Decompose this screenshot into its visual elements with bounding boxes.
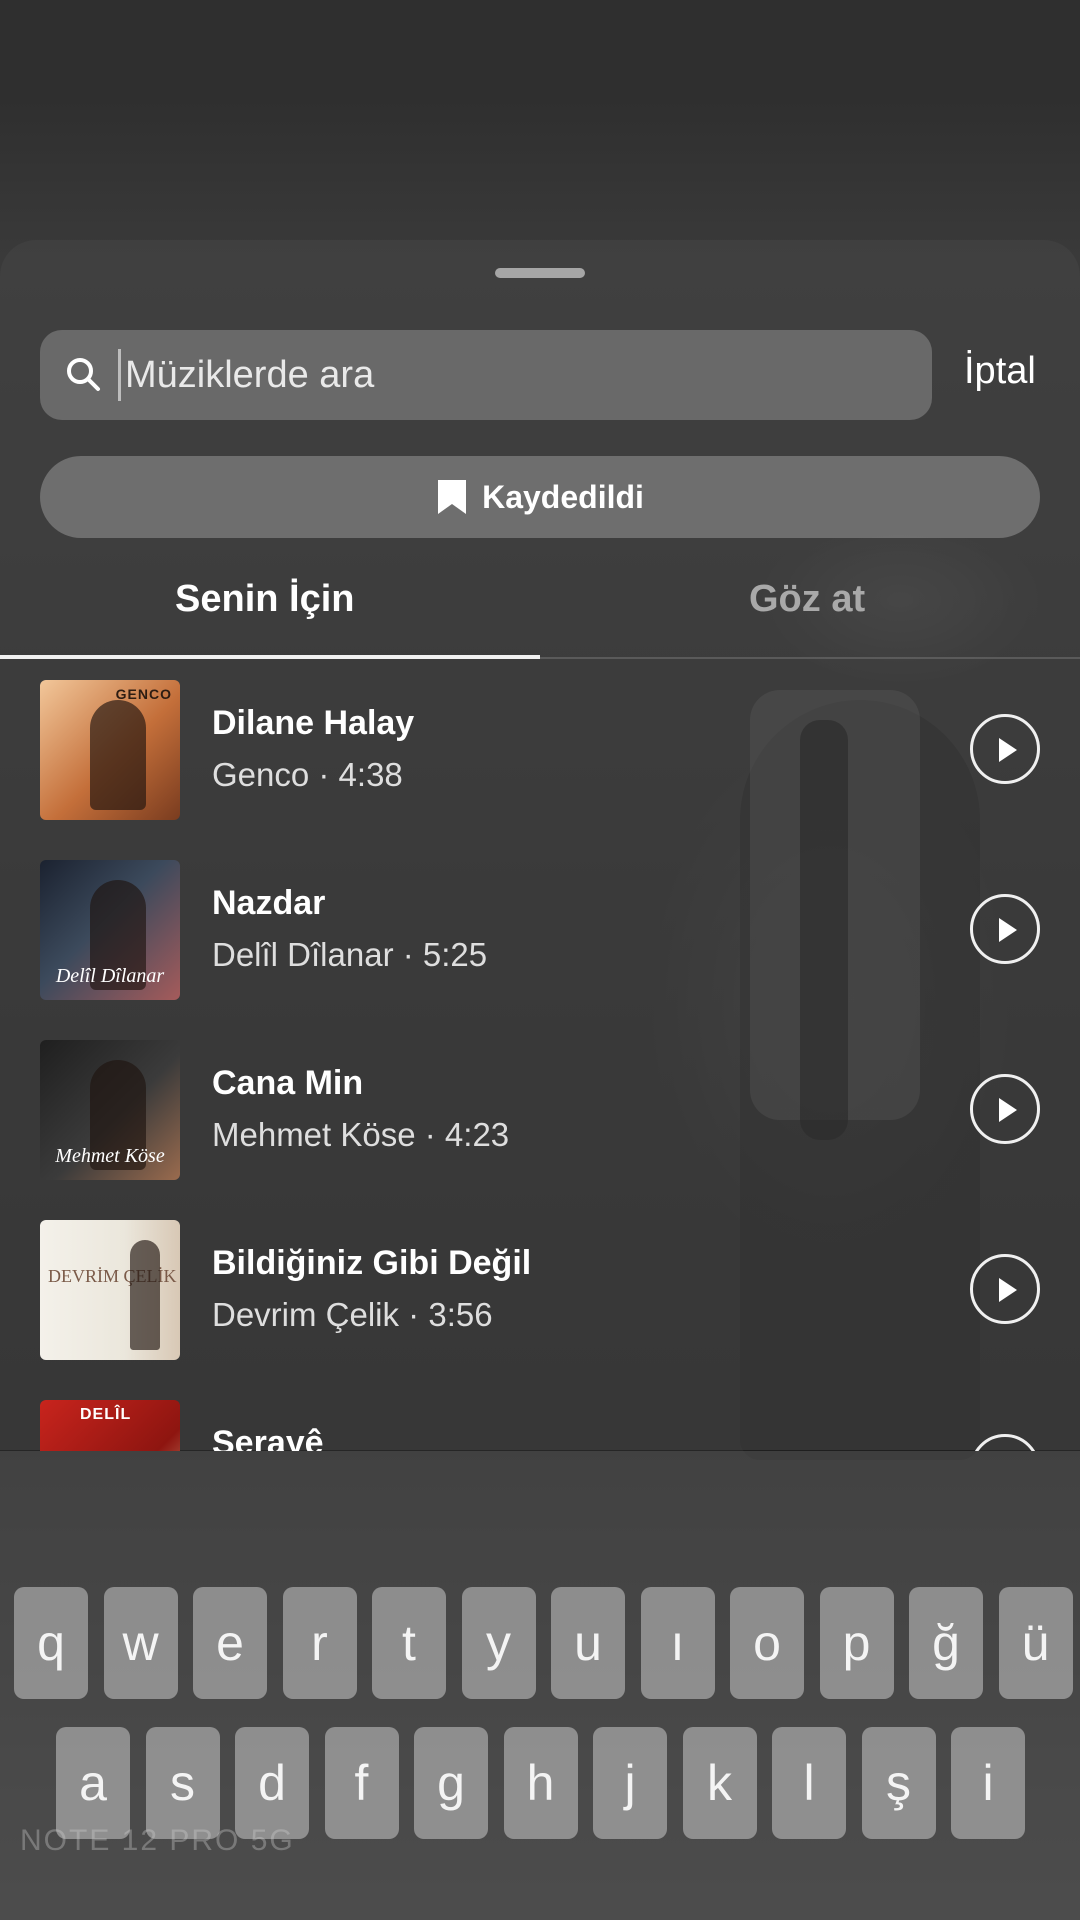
play-button[interactable] bbox=[970, 894, 1040, 964]
device-watermark: NOTE 12 PRO 5G bbox=[20, 1824, 295, 1857]
cover-label: GENCO bbox=[115, 686, 172, 702]
track-row[interactable]: Mehmet Köse Cana Min Mehmet Köse · 4:23 bbox=[0, 1040, 1080, 1190]
text-cursor bbox=[118, 349, 121, 401]
track-row[interactable]: GENCO Dilane Halay Genco · 4:38 bbox=[0, 680, 1080, 830]
track-meta: Devrim Çelik · 3:56 bbox=[212, 1296, 493, 1333]
play-icon bbox=[999, 1278, 1017, 1302]
cover-label: Mehmet Köse bbox=[55, 1145, 165, 1167]
key-r[interactable]: r bbox=[282, 1587, 357, 1699]
tab-divider bbox=[540, 657, 1080, 659]
play-button[interactable] bbox=[970, 1074, 1040, 1144]
key-ğ[interactable]: ğ bbox=[909, 1587, 983, 1699]
play-icon bbox=[999, 738, 1017, 762]
track-title: Cana Min bbox=[212, 1064, 364, 1102]
track-list[interactable]: GENCO Dilane Halay Genco · 4:38 Delîl Dî… bbox=[0, 676, 1080, 1451]
cancel-button[interactable]: İptal bbox=[964, 350, 1036, 393]
key-g[interactable]: g bbox=[414, 1727, 488, 1839]
play-button[interactable] bbox=[970, 714, 1040, 784]
key-i[interactable]: i bbox=[951, 1727, 1025, 1839]
key-o[interactable]: o bbox=[730, 1587, 804, 1699]
key-u[interactable]: u bbox=[551, 1587, 625, 1699]
active-tab-indicator bbox=[0, 655, 540, 659]
sheet-grabber[interactable] bbox=[495, 268, 585, 278]
key-ı[interactable]: ı bbox=[640, 1587, 715, 1699]
track-meta: Delîl Dîlanar · 5:25 bbox=[212, 936, 488, 973]
play-icon bbox=[999, 1098, 1017, 1122]
track-title: Dilane Halay bbox=[212, 704, 415, 742]
track-title: Nazdar bbox=[212, 884, 326, 922]
track-meta: Mehmet Köse · 4:23 bbox=[212, 1116, 510, 1153]
track-meta: Genco · 4:38 bbox=[212, 756, 403, 793]
key-y[interactable]: y bbox=[461, 1587, 536, 1699]
cover-label: DELÎL bbox=[80, 1406, 132, 1423]
key-ş[interactable]: ş bbox=[861, 1727, 936, 1839]
search-icon bbox=[67, 358, 100, 391]
key-d[interactable]: d bbox=[235, 1727, 309, 1839]
key-e[interactable]: e bbox=[193, 1587, 267, 1699]
key-t[interactable]: t bbox=[372, 1587, 446, 1699]
cover-person bbox=[130, 1240, 160, 1350]
album-cover: DELÎL bbox=[40, 1400, 180, 1451]
track-row[interactable]: DELÎL Serayê bbox=[0, 1400, 1080, 1451]
play-button[interactable] bbox=[970, 1434, 1040, 1451]
key-a[interactable]: a bbox=[56, 1727, 130, 1839]
track-title: Serayê bbox=[212, 1424, 324, 1451]
key-j[interactable]: j bbox=[593, 1727, 667, 1839]
saved-button[interactable]: Kaydedildi bbox=[40, 456, 1040, 538]
cover-person bbox=[90, 700, 146, 810]
play-button[interactable] bbox=[970, 1254, 1040, 1324]
album-cover: GENCO bbox=[40, 680, 180, 820]
tab-for-you[interactable]: Senin İçin bbox=[175, 578, 354, 621]
status-area bbox=[0, 0, 1080, 100]
bookmark-icon bbox=[438, 480, 467, 514]
track-row[interactable]: Delîl Dîlanar Nazdar Delîl Dîlanar · 5:2… bbox=[0, 860, 1080, 1010]
key-w[interactable]: w bbox=[103, 1587, 178, 1699]
track-row[interactable]: DEVRİM ÇELİK Bildiğiniz Gibi Değil Devri… bbox=[0, 1220, 1080, 1370]
album-cover: Delîl Dîlanar bbox=[40, 860, 180, 1000]
key-k[interactable]: k bbox=[682, 1727, 757, 1839]
tab-browse[interactable]: Göz at bbox=[749, 578, 865, 621]
album-cover: Mehmet Köse bbox=[40, 1040, 180, 1180]
album-cover: DEVRİM ÇELİK bbox=[40, 1220, 180, 1360]
key-ü[interactable]: ü bbox=[998, 1587, 1073, 1699]
key-l[interactable]: l bbox=[772, 1727, 846, 1839]
saved-button-label: Kaydedildi bbox=[482, 478, 644, 515]
cover-label: Delîl Dîlanar bbox=[55, 965, 165, 987]
track-title: Bildiğiniz Gibi Değil bbox=[212, 1244, 532, 1282]
cover-label: DEVRİM ÇELİK bbox=[48, 1266, 177, 1286]
key-f[interactable]: f bbox=[324, 1727, 399, 1839]
key-h[interactable]: h bbox=[503, 1727, 578, 1839]
search-placeholder: Müziklerde ara bbox=[125, 353, 375, 396]
key-p[interactable]: p bbox=[819, 1587, 894, 1699]
play-icon bbox=[999, 918, 1017, 942]
key-s[interactable]: s bbox=[145, 1727, 220, 1839]
search-input[interactable]: Müziklerde ara bbox=[40, 330, 932, 420]
key-q[interactable]: q bbox=[14, 1587, 88, 1699]
